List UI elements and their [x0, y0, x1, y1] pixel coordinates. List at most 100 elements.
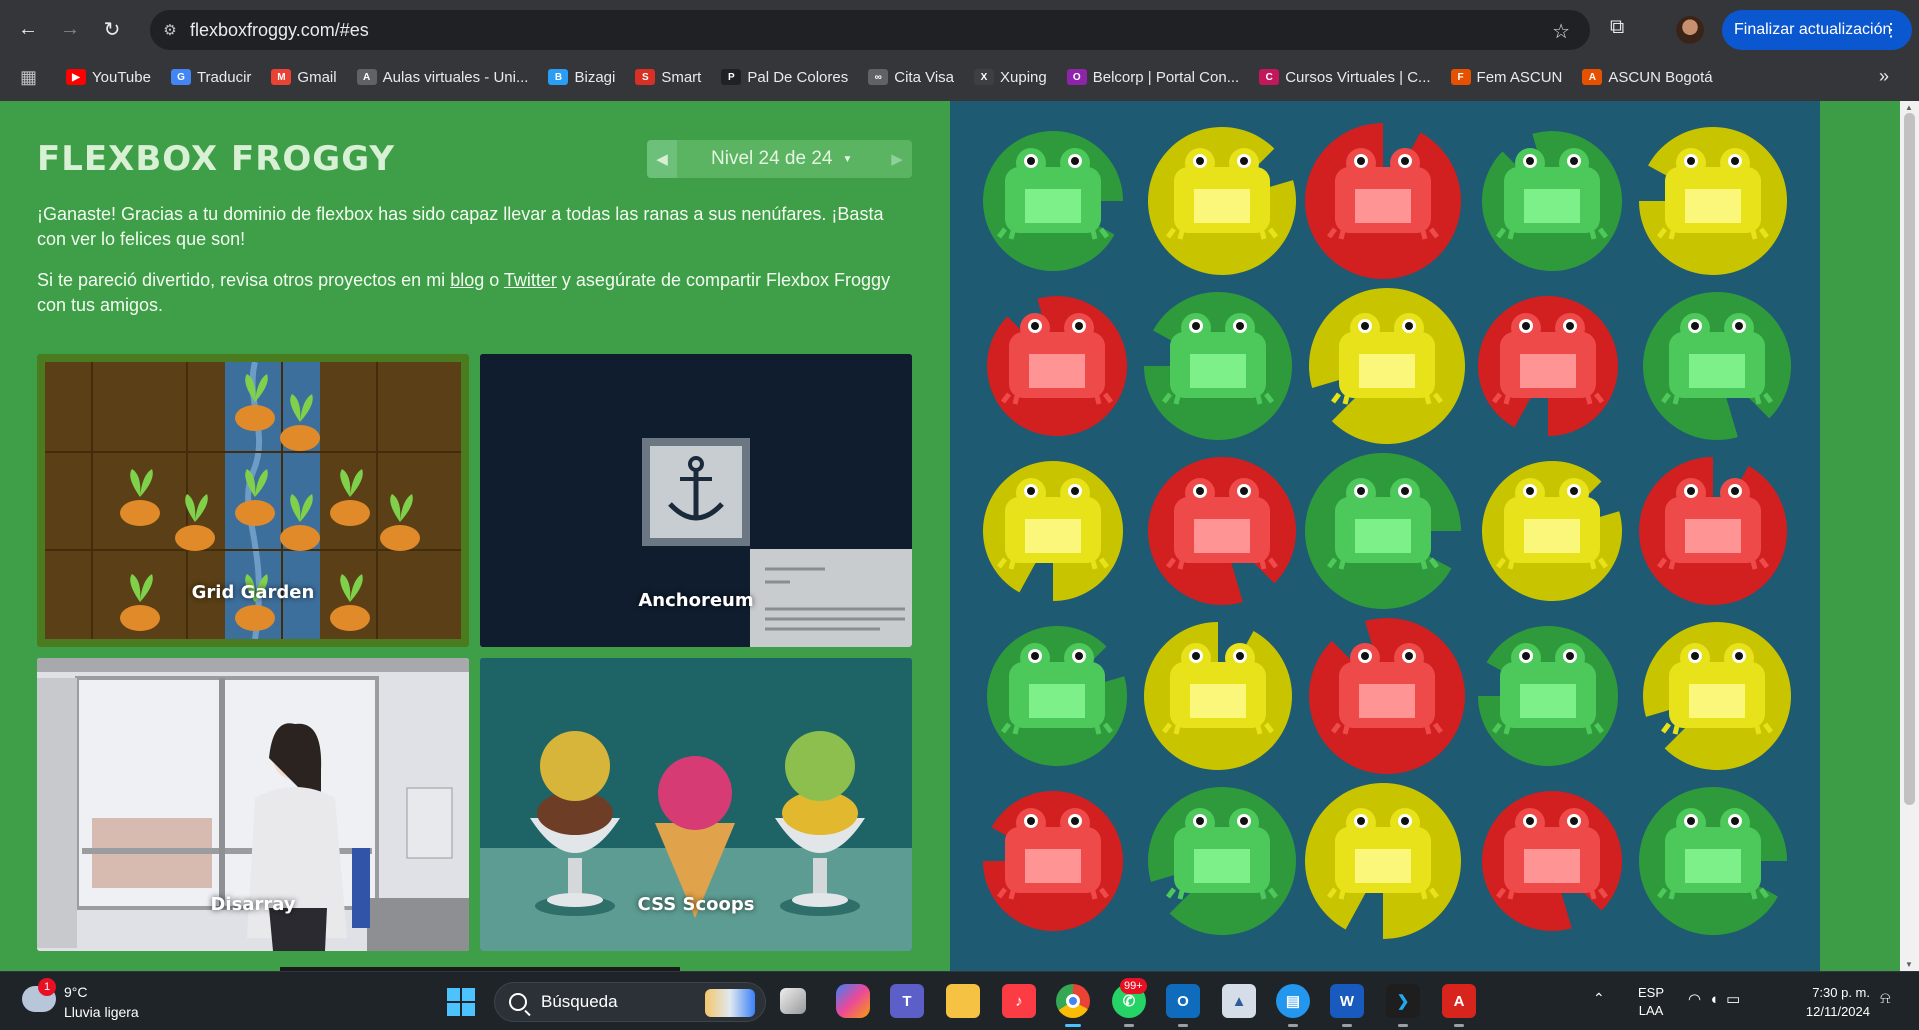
teams-icon[interactable]: T [890, 984, 924, 1018]
frog-green [1639, 787, 1787, 935]
frog-green [1482, 131, 1622, 271]
language-code: ESP [1638, 985, 1665, 1000]
frog-green [1148, 787, 1296, 936]
bookmark-item[interactable]: C Cursos Virtuales | C... [1259, 69, 1431, 86]
system-tray-icons[interactable]: ◠◖▭ [1688, 990, 1748, 1008]
bookmark-item[interactable]: A Aulas virtuales - Uni... [356, 68, 529, 86]
windows-taskbar: 1 9°C Lluvia ligera Búsqueda T ♪ ✆ 99+ O… [0, 971, 1919, 1030]
frog-yellow [1639, 127, 1787, 275]
previous-level-icon[interactable]: ◀ [647, 140, 677, 178]
site-settings-icon[interactable]: ⚙ [150, 21, 190, 39]
frog-green [983, 130, 1123, 271]
extensions-icon[interactable]: ⧉ [1610, 16, 1636, 42]
frog-red [1148, 457, 1296, 606]
vscode-icon[interactable]: ❯ [1386, 984, 1420, 1027]
frog-yellow [1144, 622, 1292, 770]
win-message: ¡Ganaste! Gracias a tu dominio de flexbo… [37, 204, 884, 249]
forward-icon[interactable]: → [52, 11, 88, 47]
bookmarks-bar: ▦ ▶ YouTube G Traducir M Gmail A Aulas virtuale… [0, 62, 1919, 92]
bookmark-label: Belcorp | Portal Con... [1092, 68, 1240, 86]
task-view-icon[interactable] [780, 988, 806, 1014]
disarray-card[interactable]: Disarray [37, 658, 469, 951]
bookmark-item[interactable]: B Bizagi [548, 69, 615, 86]
page-scrollbar[interactable]: ▲ ▼ [1900, 101, 1919, 971]
frog-yellow [983, 460, 1123, 601]
itunes-icon[interactable]: ♪ [1002, 984, 1036, 1018]
bookmark-item[interactable]: ▶ YouTube [66, 69, 151, 86]
bookmark-item[interactable]: S Smart [635, 69, 701, 86]
frog-red [983, 791, 1123, 932]
bookmark-label: ASCUN Bogotá [1608, 68, 1713, 86]
grid-garden-label: Grid Garden [191, 582, 315, 603]
level-navigator: ◀ Nivel 24 de 24 ▼ ▶ [647, 140, 912, 178]
outlook-icon[interactable]: O [1166, 984, 1200, 1027]
bookmark-star-icon[interactable]: ☆ [1552, 19, 1570, 44]
notifications-icon[interactable]: ⍾ [1880, 990, 1891, 1008]
frog-yellow [1643, 622, 1791, 771]
bookmark-favicon-icon: B [548, 69, 569, 85]
page-content: FLEXBOX FROGGY ◀ Nivel 24 de 24 ▼ ▶ ¡Gan… [0, 101, 1900, 971]
next-level-icon[interactable]: ▶ [882, 140, 912, 178]
frog-green [1144, 292, 1292, 440]
bookmark-label: Fem ASCUN [1476, 68, 1563, 86]
scrollbar-thumb[interactable] [1904, 113, 1915, 805]
scroll-down-icon[interactable]: ▼ [1905, 960, 1913, 969]
css-scoops-label: CSS Scoops [637, 894, 755, 915]
grid-garden-card[interactable]: Grid Garden [37, 354, 469, 647]
update-button[interactable]: Finalizar actualización ⋮ [1722, 10, 1912, 50]
frog-red [1305, 123, 1461, 279]
docker-icon[interactable]: ▤ [1276, 984, 1310, 1027]
volume-icon[interactable]: ◖ [1709, 991, 1726, 1008]
windows-start-icon[interactable] [447, 988, 475, 1016]
twitter-link[interactable]: Twitter [504, 270, 557, 290]
weather-widget[interactable]: 1 9°C Lluvia ligera [22, 978, 182, 1024]
wifi-icon[interactable]: ◠ [1688, 991, 1709, 1008]
blog-link[interactable]: blog [450, 270, 484, 290]
address-bar[interactable]: ⚙ flexboxfroggy.com/#es ☆ [150, 10, 1590, 50]
copilot-icon[interactable] [836, 984, 870, 1018]
word-icon[interactable]: W [1330, 984, 1364, 1027]
frog-red [1482, 791, 1623, 931]
clock-date: 12/11/2024 [1805, 1004, 1870, 1019]
bookmark-favicon-icon: A [1582, 69, 1603, 85]
bookmark-item[interactable]: M Gmail [271, 69, 337, 86]
apps-grid-icon[interactable]: ▦ [20, 67, 44, 88]
bookmark-item[interactable]: P Pal De Colores [721, 69, 848, 86]
frog-yellow [1305, 783, 1462, 939]
bookmark-item[interactable]: X Xuping [974, 69, 1047, 86]
acrobat-icon[interactable]: A [1442, 984, 1476, 1027]
url-text[interactable]: flexboxfroggy.com/#es [190, 20, 369, 41]
anchoreum-card[interactable]: Anchoreum [480, 354, 912, 647]
taskbar-search[interactable]: Búsqueda [494, 982, 766, 1022]
share-text-mid: o [484, 270, 504, 290]
bookmark-item[interactable]: F Fem ASCUN [1450, 68, 1563, 86]
bookmark-item[interactable]: ∞ Cita Visa [868, 69, 954, 86]
file-explorer-icon[interactable] [946, 984, 980, 1018]
bookmark-label: Cita Visa [894, 68, 955, 86]
bookmark-label: Aulas virtuales - Uni... [382, 68, 529, 86]
bookmark-item[interactable]: A ASCUN Bogotá [1582, 68, 1713, 86]
more-menu-icon[interactable]: ⋮ [1882, 20, 1900, 41]
level-dropdown-icon[interactable]: ▼ [842, 154, 852, 165]
profile-avatar[interactable] [1676, 16, 1704, 44]
css-scoops-card[interactable]: CSS Scoops [480, 658, 912, 951]
bookmark-favicon-icon: A [356, 69, 377, 85]
back-icon[interactable]: ← [10, 11, 46, 47]
level-indicator[interactable]: Nivel 24 de 24 [711, 148, 832, 170]
scroll-up-icon[interactable]: ▲ [1905, 103, 1913, 112]
bookmark-item[interactable]: G Traducir [170, 69, 251, 86]
bookmark-label: Xuping [1000, 68, 1047, 86]
tray-chevron-icon[interactable]: ⌃ [1593, 990, 1605, 1007]
bookmarks-overflow-icon[interactable]: » [1879, 66, 1889, 87]
photos-icon[interactable]: ▲ [1222, 984, 1256, 1018]
bookmark-item[interactable]: O Belcorp | Portal Con... [1066, 68, 1240, 86]
chrome-icon[interactable] [1056, 984, 1090, 1027]
system-clock[interactable]: 7:30 p. m. 12/11/2024 [1780, 983, 1870, 1021]
browser-chrome: ← → ↻ ⚙ flexboxfroggy.com/#es ☆ ⧉ Finali… [0, 0, 1919, 101]
search-placeholder: Búsqueda [541, 992, 618, 1011]
battery-icon[interactable]: ▭ [1726, 991, 1748, 1008]
weather-description: Lluvia ligera [64, 1004, 139, 1020]
bookmark-favicon-icon: P [721, 69, 742, 85]
reload-icon[interactable]: ↻ [94, 11, 130, 47]
language-indicator[interactable]: ESP LAA [1638, 984, 1664, 1020]
